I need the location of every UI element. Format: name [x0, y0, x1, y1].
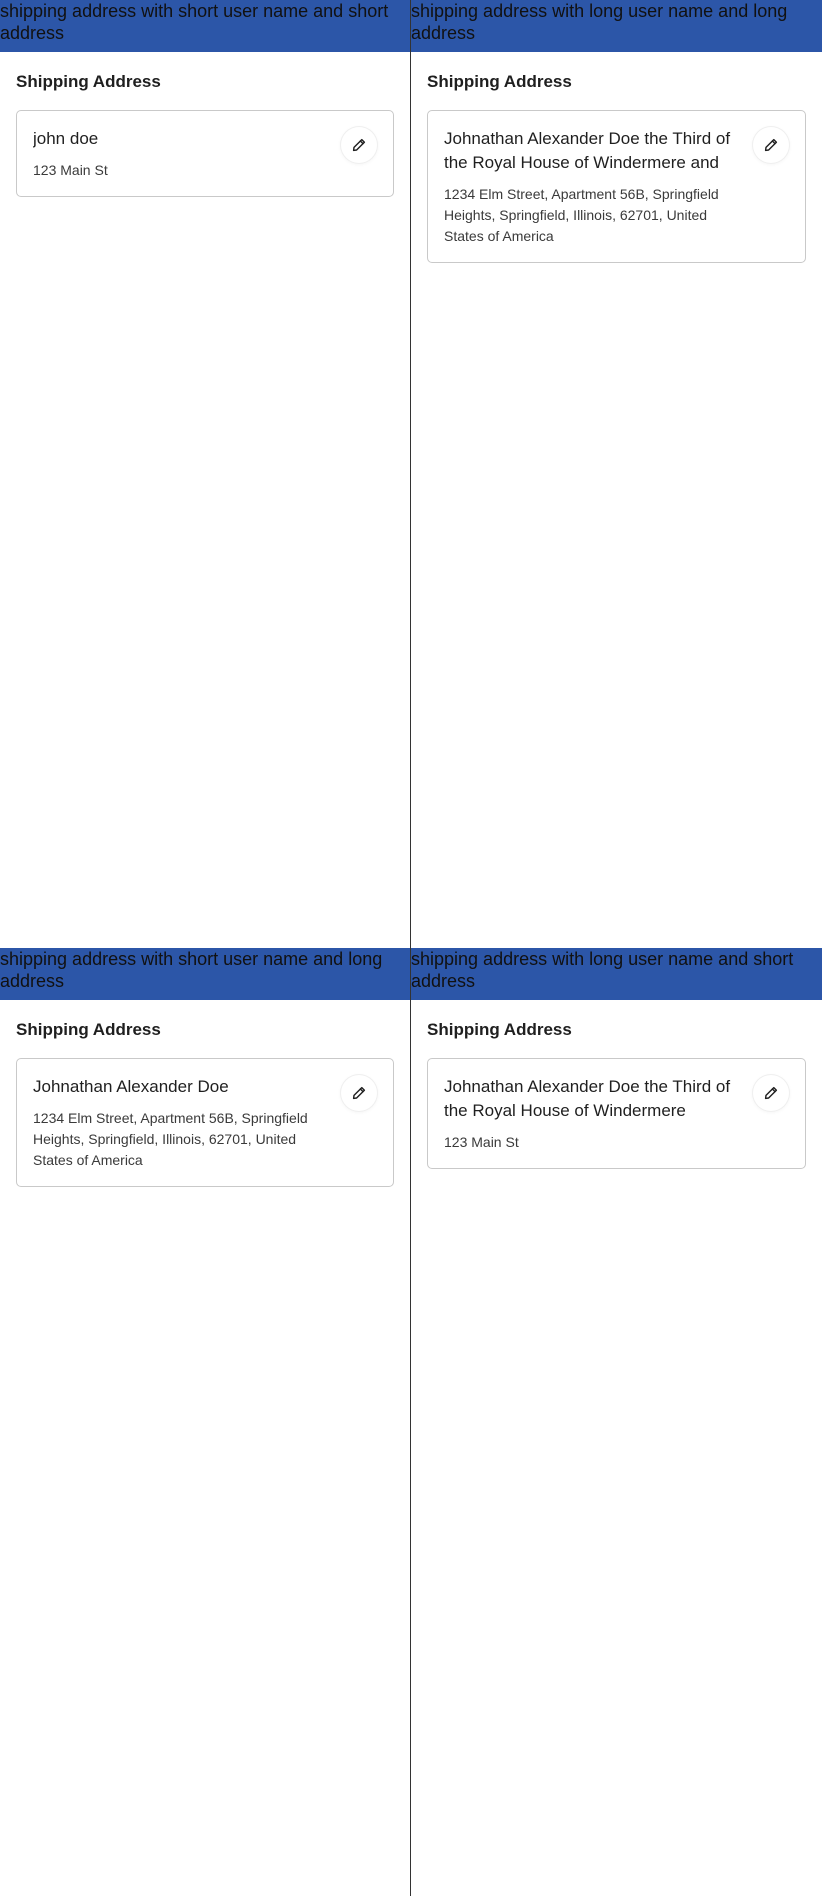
edit-address-button[interactable] [341, 127, 377, 163]
section-title: Shipping Address [16, 72, 161, 91]
pencil-icon [764, 138, 778, 152]
address-line: 123 Main St [33, 162, 108, 178]
edit-address-button[interactable] [753, 127, 789, 163]
shipping-address-section: Shipping Address Johnathan Alexander Doe… [0, 1000, 410, 1187]
shipping-address-section: Shipping Address Johnathan Alexander Doe… [411, 1000, 822, 1169]
recipient-name: Johnathan Alexander Doe [33, 1077, 229, 1096]
address-line: 1234 Elm Street, Apartment 56B, Springfi… [33, 1110, 308, 1168]
section-title: Shipping Address [16, 1020, 161, 1039]
story-panel-long-name-long-address: shipping address with long user name and… [411, 0, 822, 948]
story-banner: shipping address with short user name an… [0, 948, 410, 1000]
story-banner: shipping address with short user name an… [0, 0, 410, 52]
pencil-icon [764, 1086, 778, 1100]
pencil-icon [352, 1086, 366, 1100]
address-line: 123 Main St [444, 1134, 519, 1150]
story-banner: shipping address with long user name and… [411, 0, 822, 52]
address-card: Johnathan Alexander Doe the Third of the… [427, 110, 806, 263]
edit-address-button[interactable] [753, 1075, 789, 1111]
recipient-name: Johnathan Alexander Doe the Third of the… [444, 129, 731, 172]
section-title: Shipping Address [427, 1020, 572, 1039]
section-title: Shipping Address [427, 72, 572, 91]
story-panel-long-name-short-address: shipping address with long user name and… [411, 948, 822, 1896]
shipping-address-section: Shipping Address john doe 123 Main St [0, 52, 410, 197]
address-card: Johnathan Alexander Doe 1234 Elm Street,… [16, 1058, 394, 1187]
address-line: 1234 Elm Street, Apartment 56B, Springfi… [444, 186, 719, 244]
edit-address-button[interactable] [341, 1075, 377, 1111]
shipping-address-section: Shipping Address Johnathan Alexander Doe… [411, 52, 822, 263]
story-panel-short-name-long-address: shipping address with short user name an… [0, 948, 411, 1896]
story-panel-short-name-short-address: shipping address with short user name an… [0, 0, 411, 948]
story-grid: shipping address with short user name an… [0, 0, 822, 1896]
story-banner: shipping address with long user name and… [411, 948, 822, 1000]
address-card: john doe 123 Main St [16, 110, 394, 197]
recipient-name: Johnathan Alexander Doe the Third of the… [444, 1077, 731, 1120]
recipient-name: john doe [33, 129, 99, 148]
pencil-icon [352, 138, 366, 152]
address-card: Johnathan Alexander Doe the Third of the… [427, 1058, 806, 1169]
